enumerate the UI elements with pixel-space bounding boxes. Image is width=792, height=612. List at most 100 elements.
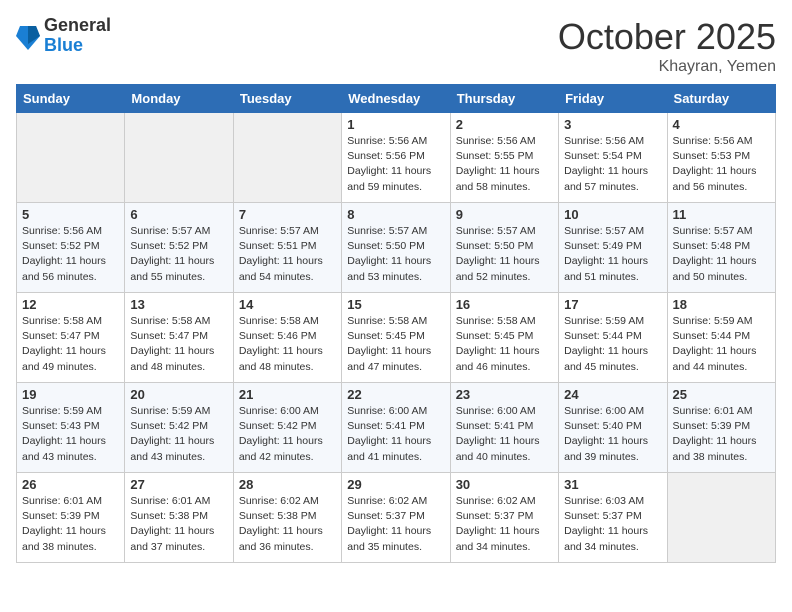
day-number: 6 (130, 207, 227, 222)
day-number: 24 (564, 387, 661, 402)
day-info: Sunrise: 5:57 AMSunset: 5:49 PMDaylight:… (564, 224, 661, 285)
calendar-cell: 21Sunrise: 6:00 AMSunset: 5:42 PMDayligh… (233, 383, 341, 473)
day-info: Sunrise: 6:00 AMSunset: 5:41 PMDaylight:… (456, 404, 553, 465)
day-number: 10 (564, 207, 661, 222)
day-number: 25 (673, 387, 770, 402)
day-info: Sunrise: 6:00 AMSunset: 5:41 PMDaylight:… (347, 404, 444, 465)
logo-general: General (44, 16, 111, 36)
calendar-cell: 9 Sunrise: 5:57 AMSunset: 5:50 PMDaylight… (450, 203, 558, 293)
day-number: 31 (564, 477, 661, 492)
day-info: Sunrise: 5:56 AMSunset: 5:56 PMDaylight:… (347, 134, 444, 195)
calendar-cell: 7 Sunrise: 5:57 AMSunset: 5:51 PMDaylight… (233, 203, 341, 293)
day-number: 18 (673, 297, 770, 312)
day-info: Sunrise: 6:02 AMSunset: 5:37 PMDaylight:… (456, 494, 553, 555)
day-number: 14 (239, 297, 336, 312)
calendar-cell: 2 Sunrise: 5:56 AMSunset: 5:55 PMDaylight… (450, 113, 558, 203)
calendar-cell: 3 Sunrise: 5:56 AMSunset: 5:54 PMDaylight… (559, 113, 667, 203)
day-number: 2 (456, 117, 553, 132)
day-number: 29 (347, 477, 444, 492)
calendar-cell: 14 Sunrise: 5:58 AMSunset: 5:46 PMDayligh… (233, 293, 341, 383)
day-number: 23 (456, 387, 553, 402)
calendar-cell (125, 113, 233, 203)
calendar-cell: 31 Sunrise: 6:03 AMSunset: 5:37 PMDayligh… (559, 473, 667, 563)
day-info: Sunrise: 5:57 AMSunset: 5:52 PMDaylight:… (130, 224, 227, 285)
page-header: General Blue October 2025 Khayran, Yemen (16, 16, 776, 76)
day-info: Sunrise: 6:01 AMSunset: 5:39 PMDaylight:… (673, 404, 770, 465)
calendar-cell: 23 Sunrise: 6:00 AMSunset: 5:41 PMDayligh… (450, 383, 558, 473)
calendar-cell: 20Sunrise: 5:59 AMSunset: 5:42 PMDayligh… (125, 383, 233, 473)
day-number: 12 (22, 297, 119, 312)
weekday-header-tuesday: Tuesday (233, 85, 341, 113)
logo-blue: Blue (44, 36, 111, 56)
weekday-header-thursday: Thursday (450, 85, 558, 113)
calendar-cell: 19 Sunrise: 5:59 AMSunset: 5:43 PMDayligh… (17, 383, 125, 473)
day-info: Sunrise: 5:56 AMSunset: 5:53 PMDaylight:… (673, 134, 770, 195)
logo-text: General Blue (44, 16, 111, 56)
day-info: Sunrise: 5:58 AMSunset: 5:45 PMDaylight:… (347, 314, 444, 375)
calendar-week-row: 1 Sunrise: 5:56 AMSunset: 5:56 PMDaylight… (17, 113, 776, 203)
day-number: 8 (347, 207, 444, 222)
day-number: 19 (22, 387, 119, 402)
day-info: Sunrise: 5:57 AMSunset: 5:50 PMDaylight:… (456, 224, 553, 285)
calendar-header-row: SundayMondayTuesdayWednesdayThursdayFrid… (17, 85, 776, 113)
weekday-header-wednesday: Wednesday (342, 85, 450, 113)
day-info: Sunrise: 5:58 AMSunset: 5:46 PMDaylight:… (239, 314, 336, 375)
day-number: 4 (673, 117, 770, 132)
calendar-cell: 4 Sunrise: 5:56 AMSunset: 5:53 PMDaylight… (667, 113, 775, 203)
day-info: Sunrise: 5:57 AMSunset: 5:51 PMDaylight:… (239, 224, 336, 285)
day-number: 9 (456, 207, 553, 222)
day-info: Sunrise: 5:57 AMSunset: 5:48 PMDaylight:… (673, 224, 770, 285)
calendar-cell (233, 113, 341, 203)
calendar-cell: 8 Sunrise: 5:57 AMSunset: 5:50 PMDaylight… (342, 203, 450, 293)
day-number: 22 (347, 387, 444, 402)
day-number: 28 (239, 477, 336, 492)
day-info: Sunrise: 5:56 AMSunset: 5:55 PMDaylight:… (456, 134, 553, 195)
calendar-cell (667, 473, 775, 563)
calendar-week-row: 5Sunrise: 5:56 AMSunset: 5:52 PMDaylight… (17, 203, 776, 293)
day-number: 3 (564, 117, 661, 132)
calendar-cell: 18 Sunrise: 5:59 AMSunset: 5:44 PMDayligh… (667, 293, 775, 383)
day-info: Sunrise: 6:00 AMSunset: 5:42 PMDaylight:… (239, 404, 336, 465)
day-info: Sunrise: 6:01 AMSunset: 5:39 PMDaylight:… (22, 494, 119, 555)
calendar-cell: 29 Sunrise: 6:02 AMSunset: 5:37 PMDayligh… (342, 473, 450, 563)
day-info: Sunrise: 6:02 AMSunset: 5:38 PMDaylight:… (239, 494, 336, 555)
day-number: 13 (130, 297, 227, 312)
calendar-cell: 26 Sunrise: 6:01 AMSunset: 5:39 PMDayligh… (17, 473, 125, 563)
calendar-cell: 12 Sunrise: 5:58 AMSunset: 5:47 PMDayligh… (17, 293, 125, 383)
calendar-cell: 24 Sunrise: 6:00 AMSunset: 5:40 PMDayligh… (559, 383, 667, 473)
day-info: Sunrise: 5:59 AMSunset: 5:43 PMDaylight:… (22, 404, 119, 465)
day-info: Sunrise: 6:00 AMSunset: 5:40 PMDaylight:… (564, 404, 661, 465)
day-number: 1 (347, 117, 444, 132)
day-info: Sunrise: 5:58 AMSunset: 5:45 PMDaylight:… (456, 314, 553, 375)
day-number: 26 (22, 477, 119, 492)
calendar-cell: 6 Sunrise: 5:57 AMSunset: 5:52 PMDaylight… (125, 203, 233, 293)
day-number: 30 (456, 477, 553, 492)
calendar-cell: 27 Sunrise: 6:01 AMSunset: 5:38 PMDayligh… (125, 473, 233, 563)
location-title: Khayran, Yemen (558, 58, 776, 76)
calendar-cell: 10 Sunrise: 5:57 AMSunset: 5:49 PMDayligh… (559, 203, 667, 293)
day-info: Sunrise: 5:58 AMSunset: 5:47 PMDaylight:… (130, 314, 227, 375)
calendar-cell: 15Sunrise: 5:58 AMSunset: 5:45 PMDayligh… (342, 293, 450, 383)
calendar-cell: 17 Sunrise: 5:59 AMSunset: 5:44 PMDayligh… (559, 293, 667, 383)
day-number: 17 (564, 297, 661, 312)
day-number: 16 (456, 297, 553, 312)
calendar-cell (17, 113, 125, 203)
day-info: Sunrise: 5:59 AMSunset: 5:44 PMDaylight:… (564, 314, 661, 375)
calendar-week-row: 26 Sunrise: 6:01 AMSunset: 5:39 PMDayligh… (17, 473, 776, 563)
day-info: Sunrise: 6:03 AMSunset: 5:37 PMDaylight:… (564, 494, 661, 555)
day-info: Sunrise: 6:01 AMSunset: 5:38 PMDaylight:… (130, 494, 227, 555)
weekday-header-friday: Friday (559, 85, 667, 113)
day-info: Sunrise: 5:57 AMSunset: 5:50 PMDaylight:… (347, 224, 444, 285)
day-number: 20 (130, 387, 227, 402)
day-info: Sunrise: 5:56 AMSunset: 5:54 PMDaylight:… (564, 134, 661, 195)
calendar-cell: 13 Sunrise: 5:58 AMSunset: 5:47 PMDayligh… (125, 293, 233, 383)
calendar-cell: 1 Sunrise: 5:56 AMSunset: 5:56 PMDaylight… (342, 113, 450, 203)
day-info: Sunrise: 6:02 AMSunset: 5:37 PMDaylight:… (347, 494, 444, 555)
calendar-cell: 11 Sunrise: 5:57 AMSunset: 5:48 PMDayligh… (667, 203, 775, 293)
day-info: Sunrise: 5:59 AMSunset: 5:44 PMDaylight:… (673, 314, 770, 375)
weekday-header-sunday: Sunday (17, 85, 125, 113)
day-info: Sunrise: 5:58 AMSunset: 5:47 PMDaylight:… (22, 314, 119, 375)
day-number: 27 (130, 477, 227, 492)
day-number: 11 (673, 207, 770, 222)
day-number: 7 (239, 207, 336, 222)
